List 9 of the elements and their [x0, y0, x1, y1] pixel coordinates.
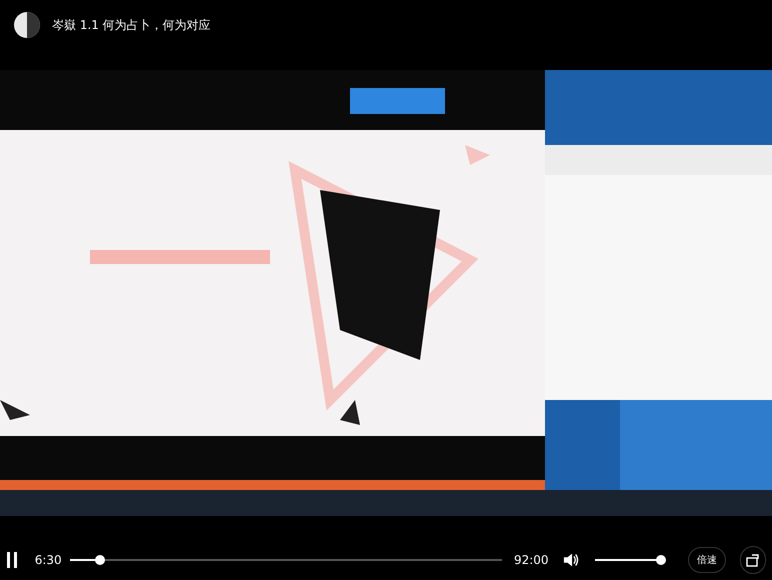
video-title: 岑嶽 1.1 何为占卜，何为对应 [52, 17, 211, 34]
rotate-icon [745, 552, 762, 568]
rotate-button[interactable] [740, 546, 766, 574]
avatar-icon [14, 12, 40, 38]
volume-icon[interactable] [562, 551, 579, 569]
pause-button[interactable] [6, 550, 19, 570]
duration: 92:00 [514, 552, 549, 569]
speed-button[interactable]: 倍速 [688, 547, 726, 573]
current-time: 6:30 [34, 552, 62, 569]
